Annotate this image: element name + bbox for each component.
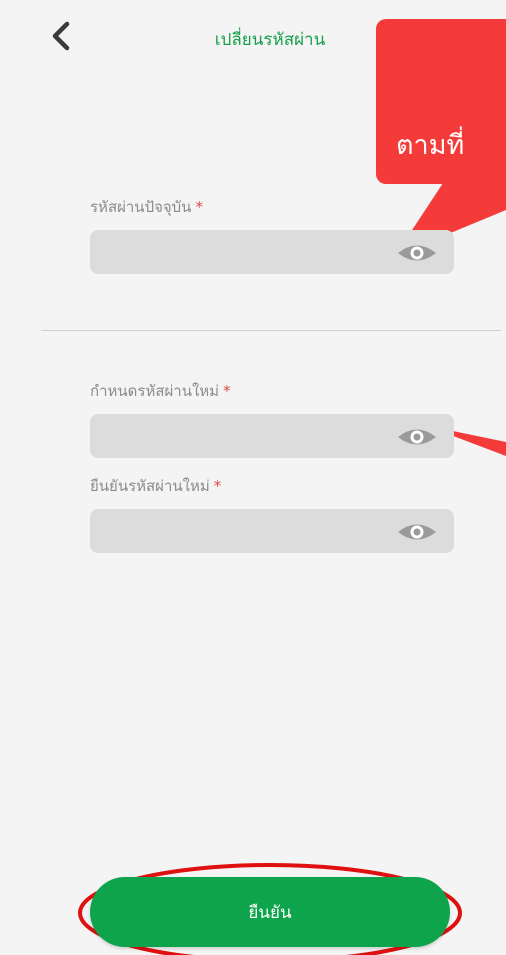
current-password-input[interactable] xyxy=(90,230,398,274)
toggle-visibility-button[interactable] xyxy=(396,425,438,449)
new-password-input[interactable] xyxy=(90,414,398,458)
confirm-password-field[interactable] xyxy=(90,509,454,553)
page-title: เปลี่ยนรหัสผ่าน xyxy=(214,30,326,50)
eye-icon xyxy=(398,429,436,445)
current-password-label: รหัสผ่านปัจจุบัน * xyxy=(90,195,203,219)
eye-icon xyxy=(398,524,436,540)
new-password-field[interactable] xyxy=(90,414,454,458)
required-mark: * xyxy=(213,477,222,495)
toggle-visibility-button[interactable] xyxy=(396,520,438,544)
divider xyxy=(41,330,501,331)
chevron-left-icon xyxy=(52,21,70,51)
confirm-password-label-text: ยืนยันรหัสผ่านใหม่ xyxy=(90,477,210,495)
new-password-label-text: กำหนดรหัสผ่านใหม่ xyxy=(90,382,220,400)
confirm-password-label: ยืนยันรหัสผ่านใหม่ * xyxy=(90,474,221,498)
required-mark: * xyxy=(223,382,231,400)
toggle-visibility-button[interactable] xyxy=(396,241,438,265)
annotation-callout: ตามที่ xyxy=(376,19,506,184)
required-mark: * xyxy=(195,198,203,216)
eye-icon xyxy=(398,245,436,261)
callout-text: ตามที่ xyxy=(396,130,465,161)
confirm-password-input[interactable] xyxy=(90,509,398,553)
confirm-button[interactable]: ยืนยัน xyxy=(90,877,450,947)
current-password-field[interactable] xyxy=(90,230,454,274)
confirm-button-label: ยืนยัน xyxy=(248,902,292,923)
annotation-arrow xyxy=(448,430,506,456)
new-password-label: กำหนดรหัสผ่านใหม่ * xyxy=(90,379,231,403)
back-button[interactable] xyxy=(40,14,80,58)
current-password-label-text: รหัสผ่านปัจจุบัน xyxy=(90,198,192,216)
